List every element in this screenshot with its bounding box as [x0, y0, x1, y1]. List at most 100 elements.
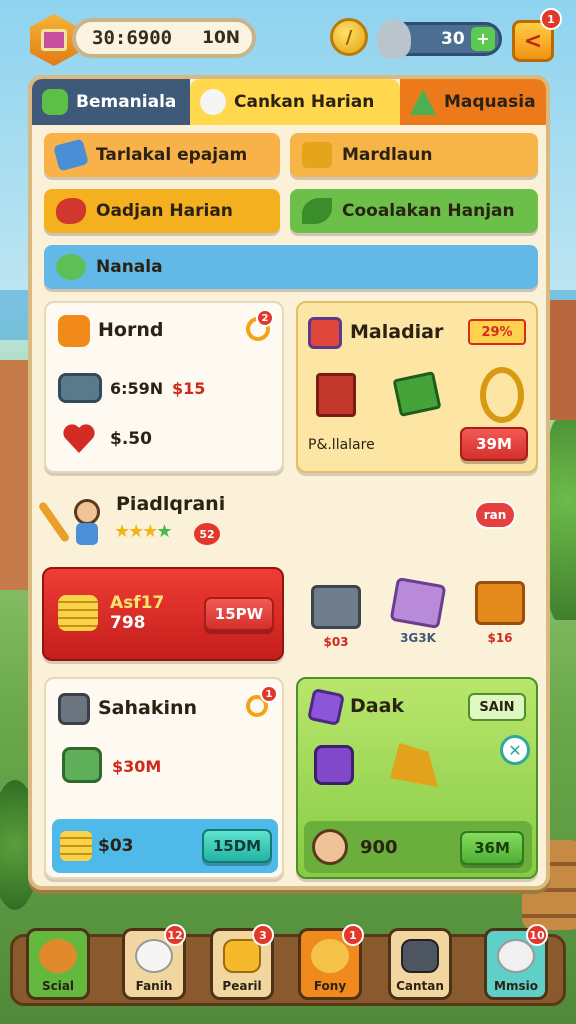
ticket-icon [53, 138, 89, 172]
box-icon [475, 581, 525, 625]
back-notification-badge: 1 [540, 8, 562, 30]
coin-stack-icon [58, 595, 98, 631]
hourly-reward-card[interactable]: Hornd 2 6:59N $15 $.50 [44, 301, 284, 473]
mini-item-potion[interactable]: 3G3K [384, 576, 452, 645]
heart-value: $.50 [110, 429, 152, 449]
star-rating: ★★★★ [114, 521, 173, 542]
energy-value: 30 [441, 29, 465, 49]
gem-chest-icon [62, 747, 102, 783]
add-energy-button[interactable]: + [471, 27, 495, 51]
discount-tag: 29% [468, 319, 526, 345]
crate-icon [302, 142, 332, 168]
energy-counter: 30 + [377, 19, 502, 59]
mission-button-5[interactable]: Nanala [44, 245, 538, 289]
daak-card[interactable]: Daak SAIN ✕ 900 36M [296, 677, 538, 879]
back-arrow-icon: < [523, 28, 543, 54]
mini-item-label: 3G3K [400, 631, 436, 645]
offer-buy-button[interactable]: 15PW [204, 597, 274, 631]
bar-value: $03 [98, 836, 134, 856]
mission-button-3[interactable]: Oadjan Harian [44, 189, 280, 233]
event-panel: Bemaniala Cankan Harian Maquasia Tarlaka… [28, 75, 550, 890]
bear-icon [311, 939, 349, 973]
tab-label: Bemaniala [76, 92, 177, 112]
close-icon[interactable]: ✕ [500, 735, 530, 765]
mini-item-box[interactable]: $16 [466, 581, 534, 645]
nav-badge: 1 [342, 924, 364, 946]
offer-label: Asf17 [110, 593, 165, 613]
tab-bar: Bemaniala Cankan Harian Maquasia [32, 79, 546, 125]
tab-maquasia[interactable]: Maquasia [400, 79, 546, 125]
mission-label: Cooalakan Hanjan [342, 201, 515, 221]
nav-background [10, 934, 566, 1006]
tab-cankan-harian[interactable]: Cankan Harian [190, 79, 400, 125]
daak-tag-button[interactable]: SAIN [468, 693, 526, 721]
gift-box-icon [308, 317, 342, 349]
shop-card[interactable]: Sahakinn 1 $30M $03 15DM [44, 677, 284, 879]
character-icon [37, 495, 104, 547]
sheep-icon [200, 89, 226, 115]
bear-icon [39, 939, 77, 973]
shop-buy-button[interactable]: 15DM [202, 829, 272, 863]
green-star: ★ [156, 521, 172, 542]
nav-badge: 12 [164, 924, 186, 946]
safe-icon [58, 693, 90, 725]
mini-item-label: $16 [487, 631, 513, 645]
nav-label: Pearil [222, 979, 262, 993]
material-footer-text: P&.llalare [308, 437, 375, 453]
reward-time: 6:59N [110, 379, 164, 398]
device-icon [58, 373, 102, 403]
mission-button-2[interactable]: Mardlaun [290, 133, 538, 177]
hourly-icon [58, 315, 90, 347]
mission-button-1[interactable]: Tarlakal epajam [44, 133, 280, 177]
promo-title: Piadlqrani [116, 493, 226, 515]
tab-bemaniala[interactable]: Bemaniala [32, 79, 190, 125]
special-offer-card[interactable]: Asf17 798 15PW [42, 567, 284, 661]
currency-value: 30:6900 [92, 27, 173, 49]
offer-value: 798 [110, 613, 146, 633]
mission-label: Oadjan Harian [96, 201, 233, 221]
green-box-icon [392, 371, 442, 417]
nav-label: Scial [41, 979, 75, 993]
nav-social[interactable]: Scial [26, 928, 90, 1000]
shop-badge: 1 [260, 685, 278, 703]
safe-icon [401, 939, 439, 973]
card-title: Hornd [98, 319, 164, 341]
gold-stars: ★★★ [114, 521, 158, 542]
nav-badge: 3 [252, 924, 274, 946]
shop-purchase-bar: $03 15DM [52, 819, 278, 873]
purple-box-icon [314, 745, 354, 785]
nav-label: Mmsio [494, 979, 538, 993]
sheep-icon [497, 939, 535, 973]
material-card[interactable]: Maladiar 29% P&.llalare 39M [296, 301, 538, 473]
mini-item-label: $03 [323, 635, 349, 649]
currency-counter: 30:6900 10N [72, 18, 256, 58]
frog-icon [56, 254, 86, 280]
mission-label: Mardlaun [342, 145, 433, 165]
character-face-icon [312, 829, 348, 865]
daak-buy-button[interactable]: 36M [460, 831, 524, 865]
mission-button-4[interactable]: Cooalakan Hanjan [290, 189, 538, 233]
tab-label: Cankan Harian [234, 92, 375, 112]
card-title: Maladiar [350, 321, 444, 343]
nav-cantan[interactable]: Cantan [388, 928, 452, 1000]
mission-label: Tarlakal epajam [96, 145, 248, 165]
heart-icon [62, 423, 96, 453]
purple-gem-icon [307, 688, 345, 726]
item-value: $30M [112, 757, 162, 776]
mini-item-chest[interactable]: $03 [302, 585, 370, 649]
mascot-icon [377, 19, 411, 59]
gold-coin-icon[interactable]: / [330, 18, 368, 56]
potion-icon [389, 576, 447, 630]
card-title: Daak [350, 695, 405, 717]
new-badge[interactable]: ran [474, 501, 516, 529]
material-buy-button[interactable]: 39M [460, 427, 528, 461]
gold-key-icon [480, 367, 524, 423]
nav-label: Fanih [135, 979, 173, 993]
player-badge-icon[interactable] [30, 14, 78, 66]
nav-badge: 10 [526, 924, 548, 946]
nav-label: Fony [313, 979, 347, 993]
daak-purchase-bar: 900 36M [304, 821, 532, 873]
coin-stack-icon [60, 831, 92, 861]
chest-icon [311, 585, 361, 629]
nav-label: Cantan [396, 979, 444, 993]
